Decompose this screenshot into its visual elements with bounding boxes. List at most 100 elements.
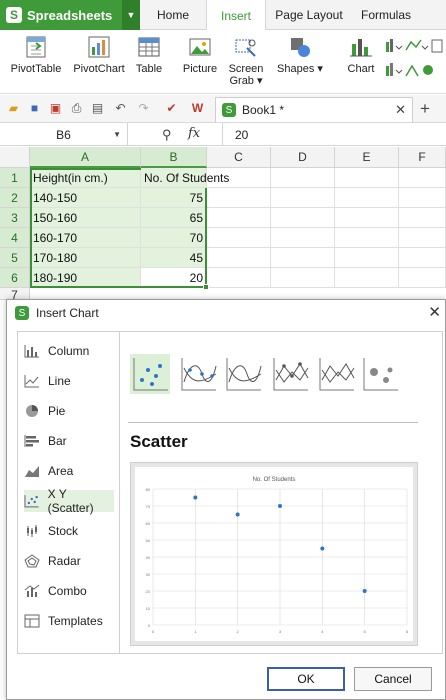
cancel-button[interactable]: Cancel <box>354 667 432 691</box>
tab-page-layout[interactable]: Page Layout <box>270 0 348 30</box>
formula-input[interactable]: 20 <box>222 123 446 146</box>
screen-grab-button[interactable]: Screen Grab ▾ <box>226 34 266 87</box>
new-tab-icon[interactable]: + <box>420 99 430 119</box>
subtype-smooth-lines-markers[interactable] <box>178 354 218 394</box>
cell-empty[interactable] <box>271 188 335 208</box>
cell-empty[interactable] <box>399 208 446 228</box>
column-header-b[interactable]: B <box>141 147 207 168</box>
subtype-scatter-markers[interactable] <box>130 354 170 394</box>
subtype-straight-lines[interactable] <box>316 354 356 394</box>
chart-type-column[interactable]: Column <box>24 340 114 362</box>
chart-type-line[interactable]: Line <box>24 370 114 392</box>
cell-empty[interactable] <box>335 208 399 228</box>
cell-b1[interactable]: No. Of Students <box>141 168 229 188</box>
cell-b4[interactable]: 70 <box>141 228 207 248</box>
row-header-2[interactable]: 2 <box>0 188 30 208</box>
column-header-e[interactable]: E <box>335 147 399 168</box>
subtype-smooth-lines[interactable] <box>223 354 263 394</box>
print-preview-icon[interactable]: ▤ <box>90 101 105 116</box>
wps-logo-icon[interactable]: W <box>190 101 205 116</box>
save-icon[interactable]: ■ <box>27 101 42 116</box>
pivot-chart-button[interactable]: PivotChart <box>70 34 128 75</box>
picture-button[interactable]: Picture <box>180 34 220 75</box>
chart-type-combo[interactable]: Combo <box>24 580 114 602</box>
cell-a1[interactable]: Height(in cm.) <box>30 168 141 188</box>
cell-empty[interactable] <box>399 268 446 288</box>
cell-empty[interactable] <box>399 228 446 248</box>
close-document-icon[interactable]: ✕ <box>395 102 406 118</box>
fill-handle[interactable] <box>203 284 209 290</box>
cell-empty[interactable] <box>207 268 271 288</box>
tab-insert[interactable]: Insert <box>206 0 266 31</box>
name-box-dropdown-icon[interactable]: ▼ <box>113 130 121 139</box>
app-menu-button[interactable]: S Spreadsheets ▼ <box>0 0 140 30</box>
column-header-f[interactable]: F <box>399 147 446 168</box>
app-menu-dropdown-icon[interactable]: ▼ <box>122 0 140 30</box>
cell-empty[interactable] <box>335 248 399 268</box>
subtype-bubble[interactable] <box>360 354 400 394</box>
chart-type-pie[interactable]: Pie <box>24 400 114 422</box>
chart-type-radar[interactable]: Radar <box>24 550 114 572</box>
cell-empty[interactable] <box>399 248 446 268</box>
cell-empty[interactable] <box>271 268 335 288</box>
cell-empty[interactable] <box>207 228 271 248</box>
row-header-5[interactable]: 5 <box>0 248 30 268</box>
cell-empty[interactable] <box>335 188 399 208</box>
cell-b3[interactable]: 65 <box>141 208 207 228</box>
shapes-button[interactable]: Shapes ▾ <box>274 34 326 75</box>
cell-a3[interactable]: 150-160 <box>30 208 141 228</box>
chart-type-xy-scatter[interactable]: X Y (Scatter) <box>24 487 114 515</box>
row-header-4[interactable]: 4 <box>0 228 30 248</box>
tab-home[interactable]: Home <box>143 0 203 30</box>
document-tab[interactable]: S Book1 * ✕ <box>215 97 413 122</box>
cell-a4[interactable]: 160-170 <box>30 228 141 248</box>
cell-empty[interactable] <box>335 168 399 188</box>
column-header-a[interactable]: A <box>30 147 141 168</box>
cell-b6[interactable]: 20 <box>141 268 207 288</box>
cell-empty[interactable] <box>271 168 335 188</box>
row-header-1[interactable]: 1 <box>0 168 30 188</box>
insert-function-icon[interactable]: fx <box>188 126 200 141</box>
undo-icon[interactable]: ↶ <box>113 101 128 116</box>
cell-a6[interactable]: 180-190 <box>30 268 141 288</box>
cell-empty[interactable] <box>399 188 446 208</box>
export-pdf-icon[interactable]: ▣ <box>48 101 63 116</box>
cell-empty[interactable] <box>207 188 271 208</box>
cell-empty[interactable] <box>335 228 399 248</box>
chart-button[interactable]: Chart <box>340 34 382 75</box>
name-box[interactable]: B6 ▼ <box>0 123 128 146</box>
column-header-d[interactable]: D <box>271 147 335 168</box>
cell-empty[interactable] <box>271 228 335 248</box>
dialog-close-icon[interactable]: ✕ <box>428 303 441 321</box>
chart-type-templates[interactable]: Templates <box>24 610 114 632</box>
print-icon[interactable]: ⎙ <box>69 101 84 116</box>
column-header-c[interactable]: C <box>207 147 271 168</box>
cell-empty[interactable] <box>207 248 271 268</box>
table-button[interactable]: Table <box>132 34 166 75</box>
pivot-table-button[interactable]: PivotTable <box>8 34 64 75</box>
subtype-straight-lines-markers[interactable] <box>270 354 310 394</box>
chart-type-stock[interactable]: Stock <box>24 520 114 542</box>
chart-preview-canvas: No. Of Students 0 10 20 30 40 50 60 70 80 0 1 2 3 4 5 6 <box>135 467 413 641</box>
cell-a2[interactable]: 140-150 <box>30 188 141 208</box>
zoom-formula-icon[interactable]: ⚲ <box>162 127 172 143</box>
tab-formulas[interactable]: Formulas <box>352 0 420 30</box>
row-header-3[interactable]: 3 <box>0 208 30 228</box>
cell-empty[interactable] <box>271 248 335 268</box>
chart-type-bar[interactable]: Bar <box>24 430 114 452</box>
select-all-corner[interactable] <box>0 147 30 168</box>
redo-icon[interactable]: ↷ <box>136 101 151 116</box>
chart-gallery-icons[interactable] <box>384 36 444 86</box>
format-painter-icon[interactable]: ✔ <box>164 101 179 116</box>
cell-empty[interactable] <box>271 208 335 228</box>
chart-type-area[interactable]: Area <box>24 460 114 482</box>
row-header-6[interactable]: 6 <box>0 268 30 288</box>
cell-a5[interactable]: 170-180 <box>30 248 141 268</box>
cell-b5[interactable]: 45 <box>141 248 207 268</box>
cell-empty[interactable] <box>399 168 446 188</box>
ok-button[interactable]: OK <box>267 667 345 691</box>
cell-b2[interactable]: 75 <box>141 188 207 208</box>
cell-empty[interactable] <box>335 268 399 288</box>
cell-empty[interactable] <box>207 208 271 228</box>
open-folder-icon[interactable]: ▰ <box>6 101 21 116</box>
